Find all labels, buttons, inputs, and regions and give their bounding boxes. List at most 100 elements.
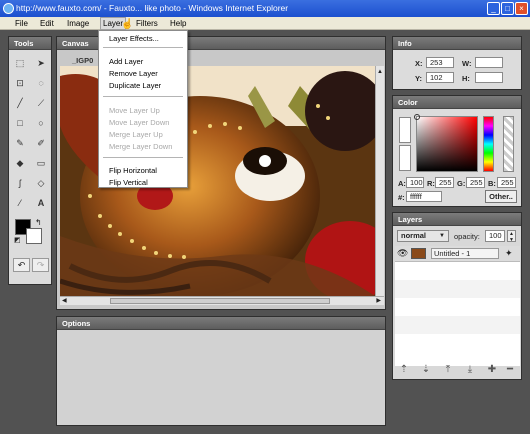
opacity-stepper[interactable]: ▲ ▼ [507, 230, 516, 243]
add-layer-item[interactable]: Add Layer [109, 57, 143, 66]
scroll-up-arrow-icon[interactable]: ▲ [377, 68, 383, 76]
layer-options-icon[interactable]: ✦ [505, 248, 513, 259]
opacity-field[interactable]: 100 [485, 230, 505, 242]
clone-brush-icon[interactable]: ✐ [34, 136, 48, 150]
menu-bar: File Edit Image Layer Filters Help [0, 17, 530, 30]
tools-panel-title: Tools [9, 37, 51, 50]
marquee-select-icon[interactable]: ⬚ [13, 56, 27, 70]
browser-title-bar: http://www.fauxto.com/ - Fauxto... like … [0, 0, 530, 17]
info-panel-title: Info [393, 37, 521, 50]
close-button[interactable]: × [515, 2, 528, 15]
ie-icon [3, 3, 14, 14]
crop-icon[interactable]: ⊡ [13, 76, 27, 90]
eraser-icon[interactable]: ◇ [34, 176, 48, 190]
hue-slider[interactable] [483, 116, 494, 172]
eye-visibility-icon[interactable]: 👁 [397, 248, 408, 259]
x-label: X: [415, 59, 423, 68]
layer-thumbnail [411, 248, 426, 259]
menu-filters[interactable]: Filters [136, 17, 158, 30]
red-field[interactable]: 255 [435, 177, 454, 188]
horizontal-scrollbar[interactable]: ◀ ▶ [60, 296, 384, 305]
color-picker-cursor[interactable] [414, 114, 420, 120]
flip-vertical-item[interactable]: Flip Vertical [109, 178, 148, 187]
current-color-swatch[interactable] [399, 117, 411, 143]
merge-layer-down-icon[interactable]: ⤓ [463, 363, 477, 377]
menu-image[interactable]: Image [67, 17, 89, 30]
merge-layer-up-item[interactable]: Merge Layer Up [109, 130, 163, 139]
other-color-button[interactable]: Other.. [485, 190, 517, 203]
move-layer-up-icon[interactable]: ⇡ [397, 363, 411, 377]
alpha-field[interactable]: 100 [406, 177, 424, 188]
red-label: R: [427, 179, 435, 188]
hex-label: #: [398, 193, 405, 202]
default-colors-icon[interactable]: ◩ [14, 236, 21, 244]
width-field [475, 57, 503, 68]
saturation-brightness-picker[interactable] [414, 114, 478, 172]
color-panel-title: Color [393, 96, 521, 109]
merge-layer-up-icon[interactable]: ⤒ [441, 363, 455, 377]
image-tab[interactable]: _IGP0 [72, 56, 93, 65]
menu-edit[interactable]: Edit [40, 17, 54, 30]
undo-button[interactable]: ↶ [13, 258, 30, 272]
layer-menu-dropdown: Layer Effects... Add Layer Remove Layer … [98, 30, 188, 188]
background-color-swatch[interactable] [26, 228, 42, 244]
move-layer-down-item[interactable]: Move Layer Down [109, 118, 169, 127]
layer-name-field[interactable]: Untitled - 1 [431, 248, 499, 259]
gradient-icon[interactable]: ▭ [34, 156, 48, 170]
height-field [475, 72, 503, 83]
eyedropper-icon[interactable]: ⁄ [13, 196, 27, 210]
remove-layer-item[interactable]: Remove Layer [109, 69, 158, 78]
previous-color-swatch[interactable] [399, 145, 411, 171]
rectangle-icon[interactable]: □ [13, 116, 27, 130]
move-layer-down-icon[interactable]: ⇣ [419, 363, 433, 377]
menu-file[interactable]: File [15, 17, 28, 30]
horizontal-scroll-thumb[interactable] [110, 298, 330, 304]
remove-layer-icon[interactable]: ━ [503, 363, 517, 377]
green-field[interactable]: 255 [466, 177, 485, 188]
green-label: G: [457, 179, 466, 188]
hex-field[interactable]: ffffff [406, 191, 442, 202]
merge-layer-down-item[interactable]: Merge Layer Down [109, 142, 172, 151]
blue-field[interactable]: 255 [497, 177, 516, 188]
menu-separator [103, 96, 183, 97]
layer-list: 👁 Untitled - 1 ✦ [395, 246, 520, 366]
layer-effects-item[interactable]: Layer Effects... [109, 34, 159, 43]
blue-label: B: [488, 179, 496, 188]
line-icon[interactable]: ⟋ [34, 96, 48, 110]
alpha-label: A: [398, 179, 406, 188]
redo-button[interactable]: ↷ [32, 258, 49, 272]
y-label: Y: [415, 74, 422, 83]
menu-help[interactable]: Help [170, 17, 186, 30]
pointer-icon[interactable]: ➤ [34, 56, 48, 70]
layer-row[interactable]: 👁 Untitled - 1 ✦ [395, 246, 520, 262]
brush-icon[interactable]: ✎ [13, 136, 27, 150]
mouse-cursor-icon: ☝ [121, 19, 134, 30]
alpha-slider[interactable] [503, 116, 514, 172]
blend-mode-value: normal [401, 231, 427, 240]
layer-list-stripe [395, 280, 520, 298]
pencil-icon[interactable]: ╱ [13, 96, 27, 110]
duplicate-layer-item[interactable]: Duplicate Layer [109, 81, 161, 90]
swap-colors-icon[interactable]: ↰ [35, 218, 42, 227]
lasso-icon[interactable]: ◌ [34, 76, 48, 90]
info-panel: Info X: 253 W: Y: 102 H: [392, 36, 522, 90]
ellipse-icon[interactable]: ○ [34, 116, 48, 130]
h-label: H: [462, 74, 470, 83]
layers-panel-title: Layers [393, 213, 521, 226]
scroll-left-arrow-icon[interactable]: ◀ [62, 298, 67, 305]
smudge-icon[interactable]: ʃ [13, 176, 27, 190]
layers-panel: Layers normal ▼ opacity: 100 ▲ ▼ 👁 Untitl… [392, 212, 522, 380]
fill-bucket-icon[interactable]: ◆ [13, 156, 27, 170]
flip-horizontal-item[interactable]: Flip Horizontal [109, 166, 157, 175]
y-coordinate-field: 102 [426, 72, 454, 83]
minimize-button[interactable]: _ [487, 2, 500, 15]
text-tool-icon[interactable]: A [34, 196, 48, 210]
scroll-right-arrow-icon[interactable]: ▶ [376, 298, 381, 305]
chevron-down-icon: ▼ [439, 233, 445, 239]
vertical-scrollbar[interactable]: ▲ [375, 66, 384, 296]
blend-mode-select[interactable]: normal ▼ [397, 230, 449, 242]
move-layer-up-item[interactable]: Move Layer Up [109, 106, 160, 115]
options-panel-title: Options [57, 317, 385, 330]
maximize-button[interactable]: □ [501, 2, 514, 15]
add-layer-icon[interactable]: ✚ [485, 363, 499, 377]
